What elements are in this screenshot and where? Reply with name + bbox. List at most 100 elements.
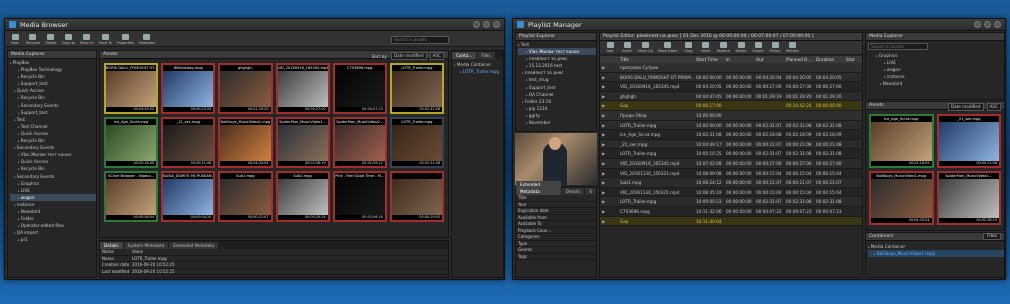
asset-thumbnail[interactable]: SCIvie Browser - Vojano... 00:00:06:04: [104, 171, 159, 222]
playlist-row[interactable]: ▶ Sub1.mpg 10:08:24:12 00:00:00:00 00:00:21:…: [600, 178, 862, 188]
tree-item[interactable]: November: [518, 119, 596, 126]
tree-item[interactable]: QA import: [10, 229, 96, 236]
sort-direction[interactable]: ASC: [429, 52, 444, 60]
column-header[interactable]: Title: [618, 56, 694, 63]
row-play-icon[interactable]: ▶: [600, 207, 618, 216]
tree-item[interactable]: Vlas Жилак тест канал: [518, 48, 596, 56]
toolbar-button[interactable]: Metadata: [139, 34, 155, 45]
toolbar-button[interactable]: Copy: [683, 42, 695, 53]
tree-item[interactable]: Recycle Bin: [10, 94, 96, 101]
playlist-row[interactable]: ▶ VID_20160916_165345.mp4 00:04:20:05 00:00…: [600, 82, 862, 92]
tree-item[interactable]: Graphics: [876, 52, 1004, 59]
row-play-icon[interactable]: ▶: [600, 63, 618, 72]
tree-item[interactable]: Folder: [10, 215, 96, 222]
row-play-icon[interactable]: ▶: [600, 111, 618, 120]
sort-dropdown[interactable]: Date modified: [947, 103, 984, 111]
row-play-icon[interactable]: ▶: [600, 82, 618, 91]
playlist-row[interactable]: ▶ _21_sec.mpg 10:04:49:17 00:00:00:00 00:00:…: [600, 139, 862, 150]
tree-item[interactable]: Support_test: [10, 109, 96, 116]
toolbar-button[interactable]: Delete: [45, 34, 57, 45]
media-browser-titlebar[interactable]: Media Browser: [5, 19, 504, 31]
search-input[interactable]: Search in assets: [391, 36, 449, 44]
toolbar-button[interactable]: Move Up: [638, 42, 653, 53]
tree-item[interactable]: плейлист за днес: [518, 69, 596, 76]
tree-item[interactable]: Test: [10, 116, 96, 123]
tree-item[interactable]: LIVE: [10, 187, 96, 194]
asset-thumbnail[interactable]: LOTR_Trailer.mpg 00:02:31:08: [389, 63, 444, 114]
tree-item[interactable]: Folder 23:16: [518, 98, 596, 105]
tree-item[interactable]: Quick Access: [10, 87, 96, 94]
playlist-row[interactable]: ▶ Gap 10:11:40:04: [600, 216, 862, 227]
playlist-row[interactable]: ▶ VID_20161130_150321.mp4 10:08:45:19 00:00…: [600, 187, 862, 198]
asset-thumbnail[interactable]: LOTR_Trailer.mpg 00:02:31:08: [389, 117, 444, 168]
toolbar-button[interactable]: Replace: [717, 42, 730, 53]
tab[interactable]: Extended Metadata: [169, 242, 219, 249]
asset-thumbnail[interactable]: Pink - Feel Good Time - M... 00:03:56:16: [332, 171, 387, 222]
tree-item[interactable]: Secondary Events: [10, 144, 96, 151]
asset-thumbnail[interactable]: C703696.mpg 00:00:07:23: [332, 63, 387, 114]
asset-thumbnail[interactable]: 00:00:29:05: [389, 171, 444, 222]
toolbar-button[interactable]: Insert: [621, 42, 633, 53]
asset-thumbnail[interactable]: Bailiboys_MusicVideo1.mpg 00:04:33:04: [218, 117, 273, 168]
toolbar-button[interactable]: Properties: [117, 34, 134, 45]
minimize-button[interactable]: [483, 21, 490, 28]
close-button[interactable]: [994, 21, 1001, 28]
tree-item[interactable]: Secondary Events: [10, 102, 96, 109]
tree-item[interactable]: Test: [518, 41, 596, 48]
column-header[interactable]: In: [724, 56, 754, 63]
container-item[interactable]: Bailiboys_MusicVideo1.mpg: [868, 250, 1004, 258]
sort-direction[interactable]: ASC: [986, 103, 1001, 111]
playlist-row[interactable]: ▶ Преди Обяд 10:00:00:00: [600, 110, 862, 121]
row-play-icon[interactable]: ▶: [600, 101, 618, 110]
asset-thumbnail[interactable]: _21_sec.mpg 00:00:21:08: [936, 114, 1001, 168]
tree-item[interactable]: PlayBox Technology: [10, 66, 96, 73]
playlist-row[interactable]: ▶ C703696.mpg 10:11:32:06 00:00:00:00 00:00:…: [600, 206, 862, 217]
toolbar-button[interactable]: Rename: [26, 34, 40, 45]
sort-dropdown[interactable]: Date modified: [390, 52, 427, 60]
tab[interactable]: Details: [100, 242, 123, 249]
row-play-icon[interactable]: ▶: [600, 73, 618, 82]
toolbar-button[interactable]: Send To: [99, 34, 112, 45]
playlist-row[interactable]: ▶ VID_20161130_150321.mp4 10:08:09:08 00:00…: [600, 168, 862, 179]
asset-thumbnail[interactable]: Sub2.mpg 00:00:29:24: [275, 171, 330, 222]
tree-item[interactable]: Newsbird: [876, 80, 1004, 87]
files-dropdown[interactable]: Files: [983, 233, 1001, 240]
tree-item[interactable]: pip 1234: [518, 105, 596, 112]
tab-files[interactable]: Files: [477, 52, 495, 59]
toolbar-button[interactable]: Copy to: [62, 34, 75, 45]
tree-item[interactable]: Recycle Bin: [10, 73, 96, 80]
row-play-icon[interactable]: ▶: [600, 159, 618, 168]
playlist-row[interactable]: ▶ VID_20160916_165345.mp4 10:07:42:08 00:00…: [600, 158, 862, 169]
asset-thumbnail[interactable]: Bailiboys_MusicVideo1.mpg 00:04:33:04: [869, 171, 934, 225]
tree-item[interactable]: instance: [10, 201, 96, 208]
asset-thumbnail[interactable]: _21_sec.mpg 00:00:21:08: [161, 117, 216, 168]
playlist-row[interactable]: ▶ програма Сутрин: [600, 63, 862, 73]
asset-thumbnail[interactable]: BASIA_DUMITE HE PUSKAM... 00:00:04:20: [161, 171, 216, 222]
playlist-row[interactable]: ▶ LOTR_Trailer.mpg 10:05:10:25 00:00:00:00 0…: [600, 149, 862, 159]
help-icon[interactable]: [974, 21, 981, 28]
playlist-row[interactable]: ▶ Ice_Age_Scrat.mpg 10:02:31:08 00:00:00:00…: [600, 130, 862, 140]
column-header[interactable]: Planned D...: [784, 56, 814, 63]
asset-thumbnail[interactable]: BORIS DALLI_POMOSHT OT... 00:04:20:05: [104, 63, 159, 114]
toolbar-button[interactable]: Refresh: [786, 42, 799, 53]
container-item[interactable]: Media Container: [868, 243, 1004, 250]
column-header[interactable]: Out: [754, 56, 784, 63]
tree-item[interactable]: 15.12.2016 test: [518, 62, 596, 69]
asset-thumbnail[interactable]: ghghgh. 00:01:29:20: [218, 63, 273, 114]
toolbar-button[interactable]: Pickup: [769, 42, 781, 53]
tree-item[interactable]: Support_test: [10, 80, 96, 87]
tree-item[interactable]: Recycle Bin: [10, 137, 96, 144]
asset-thumbnail[interactable]: VID_20160916_165345.mp4 00:00:27:00: [275, 63, 330, 114]
toolbar-button[interactable]: Add: [604, 42, 616, 53]
playlist-manager-titlebar[interactable]: Playlist Manager: [513, 19, 1005, 31]
toolbar-button[interactable]: Delete: [735, 42, 747, 53]
tree-item[interactable]: pr1: [10, 236, 96, 243]
metadata-value[interactable]: [552, 254, 596, 260]
column-header[interactable]: Start Time: [694, 56, 724, 63]
column-header[interactable]: Duration: [814, 56, 844, 63]
tree-item[interactable]: instance: [876, 73, 1004, 80]
minimize-button[interactable]: [984, 21, 991, 28]
tree-item[interactable]: плейлист за днес: [518, 55, 596, 62]
row-play-icon[interactable]: ▶: [600, 130, 618, 139]
container-item[interactable]: LOTR_Trailer.mpg: [454, 68, 503, 75]
